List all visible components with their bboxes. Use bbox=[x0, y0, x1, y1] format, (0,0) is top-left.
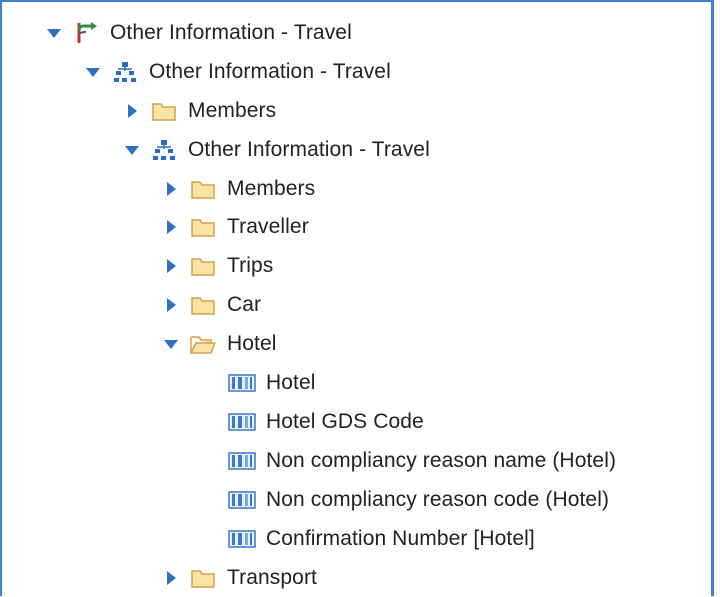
level-icon bbox=[228, 448, 256, 474]
folder-icon bbox=[189, 565, 217, 591]
tree-node[interactable]: Members bbox=[163, 170, 315, 208]
collapsed-twisty-icon[interactable] bbox=[163, 258, 179, 274]
tree-node-label: Transport bbox=[227, 566, 317, 589]
tree-node-label: Other Information - Travel bbox=[149, 60, 391, 83]
tree-node[interactable]: Hotel bbox=[163, 325, 277, 363]
expanded-twisty-icon[interactable] bbox=[85, 64, 101, 80]
tree-node[interactable]: Non compliancy reason name (Hotel) bbox=[228, 442, 616, 480]
folder-icon bbox=[189, 176, 217, 202]
tree-node[interactable]: Other Information - Travel bbox=[46, 14, 352, 52]
package-icon bbox=[72, 20, 100, 46]
tree-node-label: Members bbox=[188, 99, 277, 122]
tree-node[interactable]: Other Information - Travel bbox=[124, 131, 430, 169]
folder-icon bbox=[189, 214, 217, 240]
tree-node-label: Confirmation Number [Hotel] bbox=[266, 527, 535, 550]
folder-open-icon bbox=[189, 331, 217, 357]
tree-node[interactable]: Hotel bbox=[228, 364, 316, 402]
tree-node-label: Trips bbox=[227, 254, 274, 277]
collapsed-twisty-icon[interactable] bbox=[124, 103, 140, 119]
tree-node-label: Traveller bbox=[227, 215, 309, 238]
tree-node-label: Car bbox=[227, 293, 262, 316]
tree-node[interactable]: Members bbox=[124, 92, 276, 130]
level-icon bbox=[228, 487, 256, 513]
collapsed-twisty-icon[interactable] bbox=[163, 570, 179, 586]
collapsed-twisty-icon[interactable] bbox=[163, 297, 179, 313]
level-icon bbox=[228, 526, 256, 552]
tree-node-label: Other Information - Travel bbox=[188, 138, 430, 161]
tree-node-label: Non compliancy reason code (Hotel) bbox=[266, 488, 610, 511]
tree-node-label: Non compliancy reason name (Hotel) bbox=[266, 449, 617, 472]
folder-icon bbox=[189, 253, 217, 279]
tree-node-label: Other Information - Travel bbox=[110, 21, 352, 44]
collapsed-twisty-icon[interactable] bbox=[163, 181, 179, 197]
tree-panel: Other Information - Travel Other Informa… bbox=[0, 0, 714, 596]
hierarchy-icon bbox=[150, 137, 178, 163]
tree-node[interactable]: Hotel GDS Code bbox=[228, 403, 424, 441]
tree-node[interactable]: Traveller bbox=[163, 208, 309, 246]
tree-node[interactable]: Trips bbox=[163, 247, 273, 285]
tree-node[interactable]: Confirmation Number [Hotel] bbox=[228, 520, 535, 558]
tree-node-label: Hotel bbox=[227, 332, 277, 355]
level-icon bbox=[228, 409, 256, 435]
folder-icon bbox=[189, 292, 217, 318]
hierarchy-icon bbox=[111, 59, 139, 85]
tree-node[interactable]: Transport bbox=[163, 559, 317, 597]
collapsed-twisty-icon[interactable] bbox=[163, 219, 179, 235]
expanded-twisty-icon[interactable] bbox=[124, 142, 140, 158]
tree-node[interactable]: Non compliancy reason code (Hotel) bbox=[228, 481, 609, 519]
tree-node[interactable]: Car bbox=[163, 286, 261, 324]
expanded-twisty-icon[interactable] bbox=[163, 336, 179, 352]
tree-node-label: Hotel bbox=[266, 371, 316, 394]
expanded-twisty-icon[interactable] bbox=[46, 25, 62, 41]
level-icon bbox=[228, 370, 256, 396]
tree-node-label: Members bbox=[227, 177, 316, 200]
tree-node[interactable]: Other Information - Travel bbox=[85, 53, 391, 91]
folder-icon bbox=[150, 98, 178, 124]
tree-node-label: Hotel GDS Code bbox=[266, 410, 424, 433]
